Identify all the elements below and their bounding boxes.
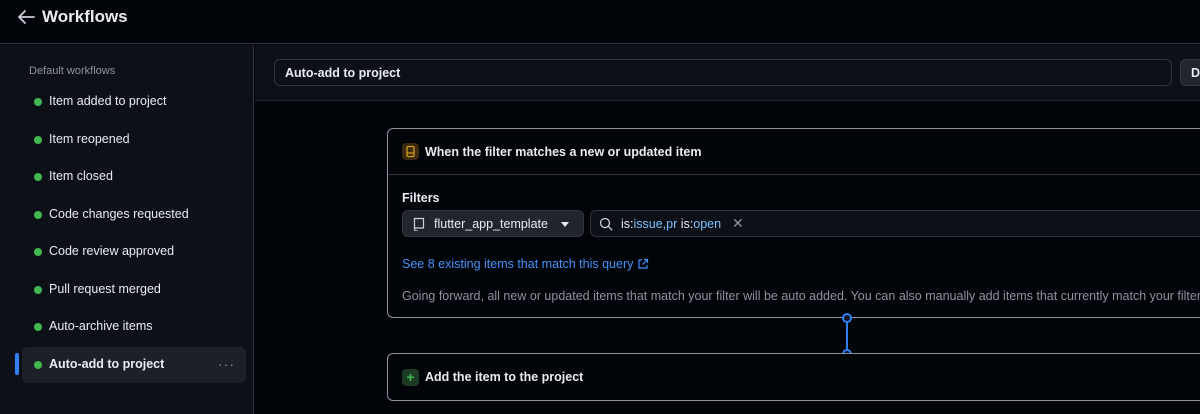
project-board-icon xyxy=(402,143,419,160)
back-arrow-icon[interactable] xyxy=(16,8,36,26)
sidebar-item-item-added[interactable]: Item added to project xyxy=(22,84,246,120)
repository-select[interactable]: flutter_app_template xyxy=(402,210,584,237)
query-value: issue,pr xyxy=(633,217,678,231)
repo-icon xyxy=(413,217,425,231)
external-link-icon xyxy=(638,258,649,269)
search-icon xyxy=(599,217,613,231)
sidebar-item-code-review-approved[interactable]: Code review approved xyxy=(22,234,246,270)
sidebar-item-item-closed[interactable]: Item closed xyxy=(22,159,246,195)
page-header: Workflows xyxy=(0,0,1200,44)
sidebar-item-label: Auto-add to project xyxy=(49,357,165,371)
chevron-down-icon xyxy=(561,222,569,227)
sidebar-item-label: Pull request merged xyxy=(49,282,161,296)
connector-node-top xyxy=(842,313,852,323)
sidebar-item-label: Item added to project xyxy=(49,94,167,108)
repository-label: flutter_app_template xyxy=(434,217,548,231)
workflow-toolbar: Disable xyxy=(255,45,1200,101)
sidebar-item-auto-archive[interactable]: Auto-archive items xyxy=(22,309,246,345)
active-indicator xyxy=(15,353,19,375)
status-dot-icon xyxy=(34,286,42,294)
trigger-description: Going forward, all new or updated items … xyxy=(402,289,1200,303)
status-dot-icon xyxy=(34,248,42,256)
plus-icon: + xyxy=(402,369,419,386)
sidebar-item-pull-request-merged[interactable]: Pull request merged xyxy=(22,272,246,308)
disable-button[interactable]: Disable xyxy=(1180,59,1200,86)
query-key: is: xyxy=(621,217,634,231)
status-dot-icon xyxy=(34,361,42,369)
sidebar-item-label: Code changes requested xyxy=(49,207,189,221)
existing-items-link-label: See 8 existing items that match this que… xyxy=(402,257,634,271)
close-icon[interactable]: ✕ xyxy=(732,215,744,232)
sidebar-item-label: Auto-archive items xyxy=(49,319,153,333)
query-key: is: xyxy=(677,217,694,231)
filter-query-input[interactable]: is:issue,pr is:open ✕ xyxy=(590,210,1200,237)
main-panel: Disable When the filter matches a new or… xyxy=(255,45,1200,414)
query-value: open xyxy=(693,217,722,231)
filter-query-text: is:issue,pr is:open xyxy=(621,217,721,231)
sidebar-item-item-reopened[interactable]: Item reopened xyxy=(22,122,246,158)
action-title: Add the item to the project xyxy=(425,370,584,384)
sidebar-item-label: Item reopened xyxy=(49,132,130,146)
status-dot-icon xyxy=(34,136,42,144)
sidebar-item-label: Item closed xyxy=(49,169,113,183)
sidebar-item-auto-add[interactable]: Auto-add to project ··· xyxy=(22,347,246,383)
filters-label: Filters xyxy=(402,191,440,205)
page-title: Workflows xyxy=(42,7,128,26)
trigger-card: When the filter matches a new or updated… xyxy=(387,128,1200,318)
kebab-menu-icon[interactable]: ··· xyxy=(218,357,234,373)
sidebar-item-label: Code review approved xyxy=(49,244,175,258)
status-dot-icon xyxy=(34,323,42,331)
sidebar-item-code-changes-requested[interactable]: Code changes requested xyxy=(22,197,246,233)
workflow-name-input[interactable] xyxy=(274,59,1172,86)
sidebar-heading: Default workflows xyxy=(29,65,116,77)
sidebar: Default workflows Item added to project … xyxy=(0,45,254,414)
status-dot-icon xyxy=(34,211,42,219)
existing-items-link[interactable]: See 8 existing items that match this que… xyxy=(402,257,649,271)
status-dot-icon xyxy=(34,173,42,181)
trigger-card-header: When the filter matches a new or updated… xyxy=(388,129,1200,175)
status-dot-icon xyxy=(34,98,42,106)
action-card[interactable]: + Add the item to the project xyxy=(387,353,1200,401)
trigger-title: When the filter matches a new or updated… xyxy=(425,145,702,159)
